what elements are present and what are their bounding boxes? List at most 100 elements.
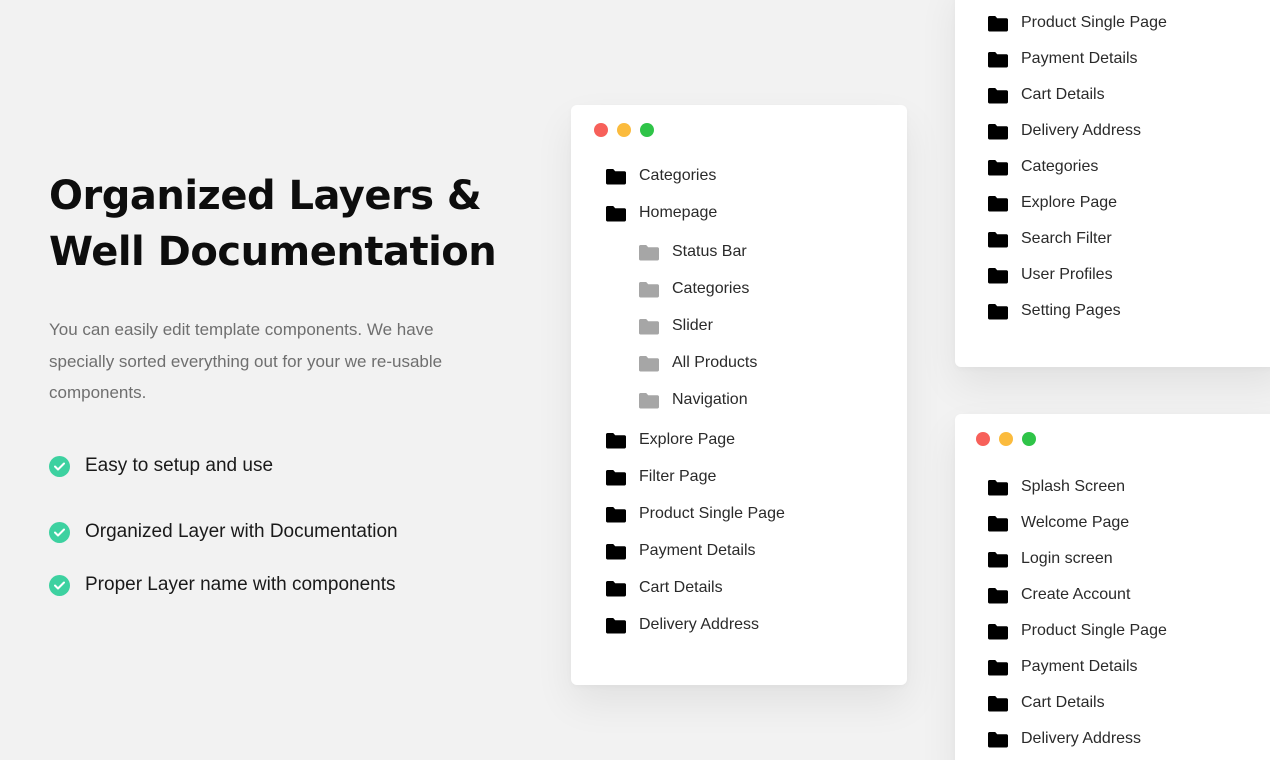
layer-label: Filter Page xyxy=(639,468,717,485)
sublayer-item[interactable]: Categories xyxy=(638,280,749,298)
layer-label: Login screen xyxy=(1021,550,1113,567)
layer-item[interactable]: Delivery Address xyxy=(987,122,1141,140)
feature-label: Easy to setup and use xyxy=(85,455,274,476)
folder-icon xyxy=(605,506,627,523)
feature-list: Easy to setup and use Organized Layer wi… xyxy=(49,453,519,612)
layer-item[interactable]: Payment Details xyxy=(987,50,1138,68)
layer-label: Navigation xyxy=(672,391,748,408)
folder-icon xyxy=(605,205,627,222)
window-controls xyxy=(594,123,654,137)
feature-item: Easy to setup and use xyxy=(49,453,519,480)
minimize-dot-icon[interactable] xyxy=(999,432,1013,446)
folder-icon xyxy=(987,303,1009,320)
folder-icon xyxy=(638,318,660,335)
folder-icon xyxy=(638,244,660,261)
layer-item[interactable]: Welcome Page xyxy=(987,514,1129,532)
intro-section: Organized Layers & Well Documentation Yo… xyxy=(49,168,519,612)
page-title: Organized Layers & Well Documentation xyxy=(49,168,519,280)
folder-icon xyxy=(987,15,1009,32)
folder-icon xyxy=(605,168,627,185)
layer-label: Explore Page xyxy=(1021,194,1118,211)
layer-item[interactable]: Product Single Page xyxy=(987,622,1167,640)
page: Organized Layers & Well Documentation Yo… xyxy=(0,0,1270,760)
maximize-dot-icon[interactable] xyxy=(1022,432,1036,446)
sublayer-item[interactable]: Slider xyxy=(638,317,713,335)
minimize-dot-icon[interactable] xyxy=(617,123,631,137)
folder-icon xyxy=(987,51,1009,68)
layer-item[interactable]: Search Filter xyxy=(987,230,1112,248)
title-line-1: Organized Layers & xyxy=(49,173,482,219)
feature-label: Proper Layer name with components xyxy=(85,574,396,595)
layer-item[interactable]: Delivery Address xyxy=(605,616,759,634)
sublayer-item[interactable]: Status Bar xyxy=(638,243,747,261)
feature-label: Organized Layer with Documentation xyxy=(85,521,398,542)
layers-window-top-right: Product Single Page Payment Details Cart D… xyxy=(955,0,1270,367)
layer-label: Welcome Page xyxy=(1021,514,1130,531)
layers-window-bottom-right: Splash Screen Welcome Page Login screen Cre… xyxy=(955,414,1270,760)
layer-label: Delivery Address xyxy=(1021,122,1142,139)
folder-icon xyxy=(987,479,1009,496)
layer-item[interactable]: Setting Pages xyxy=(987,302,1121,320)
folder-icon xyxy=(605,469,627,486)
feature-item: Proper Layer name with components xyxy=(49,559,519,612)
layer-item[interactable]: Explore Page xyxy=(987,194,1117,212)
layer-item[interactable]: Cart Details xyxy=(987,694,1105,712)
layer-label: Explore Page xyxy=(639,431,736,448)
layer-item[interactable]: User Profiles xyxy=(987,266,1113,284)
maximize-dot-icon[interactable] xyxy=(640,123,654,137)
check-icon xyxy=(49,574,70,596)
layer-item[interactable]: Cart Details xyxy=(605,579,723,597)
sublayer-item[interactable]: Navigation xyxy=(638,391,748,409)
folder-icon xyxy=(638,281,660,298)
description: You can easily edit template components.… xyxy=(49,320,443,402)
layer-label: Delivery Address xyxy=(639,616,760,633)
folder-icon xyxy=(638,392,660,409)
layer-item[interactable]: Categories xyxy=(987,158,1098,176)
window-controls xyxy=(976,432,1036,446)
folder-icon xyxy=(987,267,1009,284)
layers-window-main: Categories Homepage Status Bar Categories Sl… xyxy=(571,105,907,685)
folder-icon xyxy=(987,623,1009,640)
folder-icon xyxy=(987,195,1009,212)
check-icon xyxy=(49,455,70,477)
layer-item[interactable]: Create Account xyxy=(987,586,1130,604)
folder-icon xyxy=(987,515,1009,532)
layer-label: Cart Details xyxy=(1021,694,1105,711)
folder-icon xyxy=(987,551,1009,568)
feature-item: Organized Layer with Documentation xyxy=(49,506,519,559)
layer-item[interactable]: Explore Page xyxy=(605,431,735,449)
layer-label: User Profiles xyxy=(1021,266,1113,283)
layer-label: Delivery Address xyxy=(1021,730,1142,747)
layer-item[interactable]: Categories xyxy=(605,167,716,185)
close-dot-icon[interactable] xyxy=(976,432,990,446)
layer-label: Cart Details xyxy=(639,579,723,596)
folder-icon xyxy=(987,659,1009,676)
layer-label: Payment Details xyxy=(1021,50,1138,67)
layer-item[interactable]: Homepage xyxy=(605,204,717,222)
layer-label: Categories xyxy=(1021,158,1099,175)
folder-icon xyxy=(605,543,627,560)
layer-label: Payment Details xyxy=(639,542,756,559)
folder-icon xyxy=(605,617,627,634)
layer-label: Search Filter xyxy=(1021,230,1112,247)
layer-label: Setting Pages xyxy=(1021,302,1121,319)
layer-item[interactable]: Cart Details xyxy=(987,86,1105,104)
sublayer-item[interactable]: All Products xyxy=(638,354,757,372)
layer-item[interactable]: Splash Screen xyxy=(987,478,1125,496)
layer-label: All Products xyxy=(672,354,758,371)
layer-item[interactable]: Payment Details xyxy=(987,658,1138,676)
layer-item[interactable]: Login screen xyxy=(987,550,1113,568)
layer-item[interactable]: Payment Details xyxy=(605,542,756,560)
layer-label: Cart Details xyxy=(1021,86,1105,103)
close-dot-icon[interactable] xyxy=(594,123,608,137)
layer-label: Product Single Page xyxy=(1021,14,1167,31)
layer-item[interactable]: Product Single Page xyxy=(605,505,785,523)
layer-label: Payment Details xyxy=(1021,658,1138,675)
layer-label: Categories xyxy=(672,280,750,297)
layer-item[interactable]: Product Single Page xyxy=(987,14,1167,32)
layer-item[interactable]: Delivery Address xyxy=(987,730,1141,748)
folder-icon xyxy=(605,432,627,449)
layer-label: Status Bar xyxy=(672,243,747,260)
layer-item[interactable]: Filter Page xyxy=(605,468,716,486)
folder-icon xyxy=(987,159,1009,176)
